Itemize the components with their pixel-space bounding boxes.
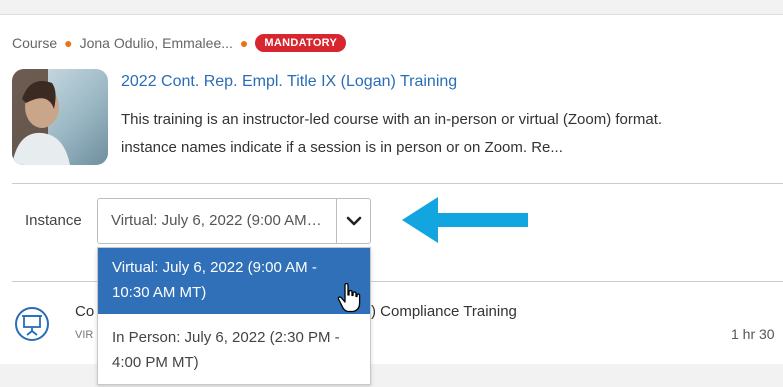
course-title-link[interactable]: 2022 Cont. Rep. Empl. Title IX (Logan) T… (121, 73, 457, 91)
mandatory-badge: MANDATORY (255, 34, 347, 52)
instance-option-virtual[interactable]: Virtual: July 6, 2022 (9:00 AM - 10:30 A… (98, 248, 370, 314)
course-thumbnail[interactable] (12, 69, 108, 165)
instance-selected-value: Virtual: July 6, 2022 (9:00 AM - 10:30 A… (111, 212, 323, 229)
select-separator (336, 199, 337, 243)
top-band (0, 0, 783, 15)
chevron-down-icon[interactable] (343, 212, 365, 230)
next-course-subtitle: VIR (75, 329, 94, 341)
separator-dot: ● (239, 35, 249, 51)
person-photo-icon (12, 69, 108, 165)
next-course-title-end[interactable]: ) Compliance Training (371, 303, 517, 320)
instance-label: Instance (25, 212, 82, 229)
next-course-duration: 1 hr 30 (731, 326, 775, 342)
course-description: This training is an instructor-led cours… (121, 106, 783, 162)
left-arrow-icon (402, 197, 528, 243)
description-line: instance names indicate if a session is … (121, 139, 563, 156)
hand-cursor-icon (337, 283, 361, 313)
instance-select[interactable]: Virtual: July 6, 2022 (9:00 AM - 10:30 A… (97, 198, 371, 244)
instance-dropdown-menu: Virtual: July 6, 2022 (9:00 AM - 10:30 A… (97, 247, 371, 385)
divider (12, 183, 783, 184)
presentation-board-icon (15, 307, 49, 341)
course-meta: Course ● Jona Odulio, Emmalee... ● MANDA… (12, 33, 347, 53)
instance-option-in-person[interactable]: In Person: July 6, 2022 (2:30 PM - 4:00 … (98, 318, 370, 384)
next-course-title-start[interactable]: Co (75, 303, 94, 320)
course-type-label: Course (12, 35, 58, 51)
description-line: This training is an instructor-led cours… (121, 111, 663, 128)
separator-dot: ● (64, 35, 73, 51)
course-authors: Jona Odulio, Emmalee... (79, 35, 233, 51)
